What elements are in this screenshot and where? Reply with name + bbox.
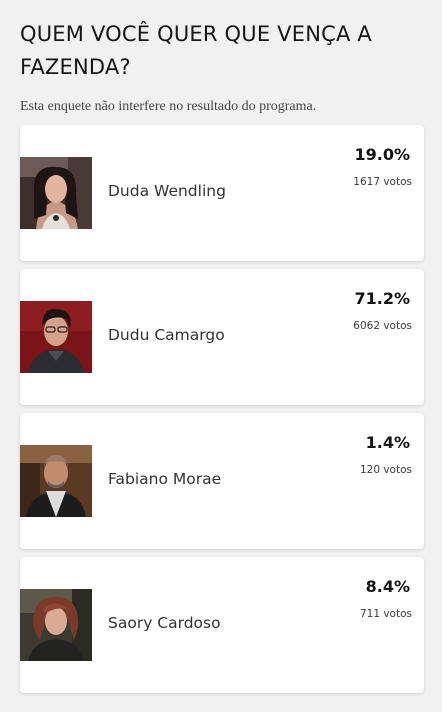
candidate-name: Duda Wendling <box>108 182 226 200</box>
candidate-photo <box>20 589 92 661</box>
candidate-votes: 711 votos <box>359 608 412 620</box>
candidate-percent: 19.0% <box>354 145 410 164</box>
candidate-votes: 6062 votos <box>353 320 412 332</box>
candidate-name: Fabiano Morae <box>108 470 222 488</box>
candidate-name: Dudu Camargo <box>108 326 225 344</box>
poll-disclaimer: Esta enquete não interfere no resultado … <box>20 99 317 114</box>
candidate-card-fabiano-morae[interactable]: Fabiano Morae 1.4% 120 votos <box>20 413 424 549</box>
poll-widget: QUEM VOCÊ QUER QUE VENÇA A FAZENDA? Esta… <box>0 0 442 712</box>
contestant-photo-icon <box>20 301 92 373</box>
contestant-photo-icon <box>20 157 92 229</box>
candidate-photo <box>20 301 92 373</box>
candidate-name: Saory Cardoso <box>108 614 221 632</box>
candidate-percent: 1.4% <box>365 433 410 452</box>
candidate-card-dudu-camargo[interactable]: Dudu Camargo 71.2% 6062 votos <box>20 269 424 405</box>
contestant-photo-icon <box>20 445 92 517</box>
candidate-votes: 1617 votos <box>353 176 412 188</box>
candidate-percent: 71.2% <box>354 289 410 308</box>
poll-title: QUEM VOCÊ QUER QUE VENÇA A FAZENDA? <box>20 22 372 79</box>
candidate-list: Duda Wendling 19.0% 1617 votos Dudu Cama… <box>20 125 424 701</box>
candidate-photo <box>20 445 92 517</box>
candidate-percent: 8.4% <box>365 577 410 596</box>
contestant-photo-icon <box>20 589 92 661</box>
candidate-photo <box>20 157 92 229</box>
candidate-votes: 120 votos <box>359 464 412 476</box>
candidate-card-saory-cardoso[interactable]: Saory Cardoso 8.4% 711 votos <box>20 557 424 693</box>
candidate-card-duda-wendling[interactable]: Duda Wendling 19.0% 1617 votos <box>20 125 424 261</box>
